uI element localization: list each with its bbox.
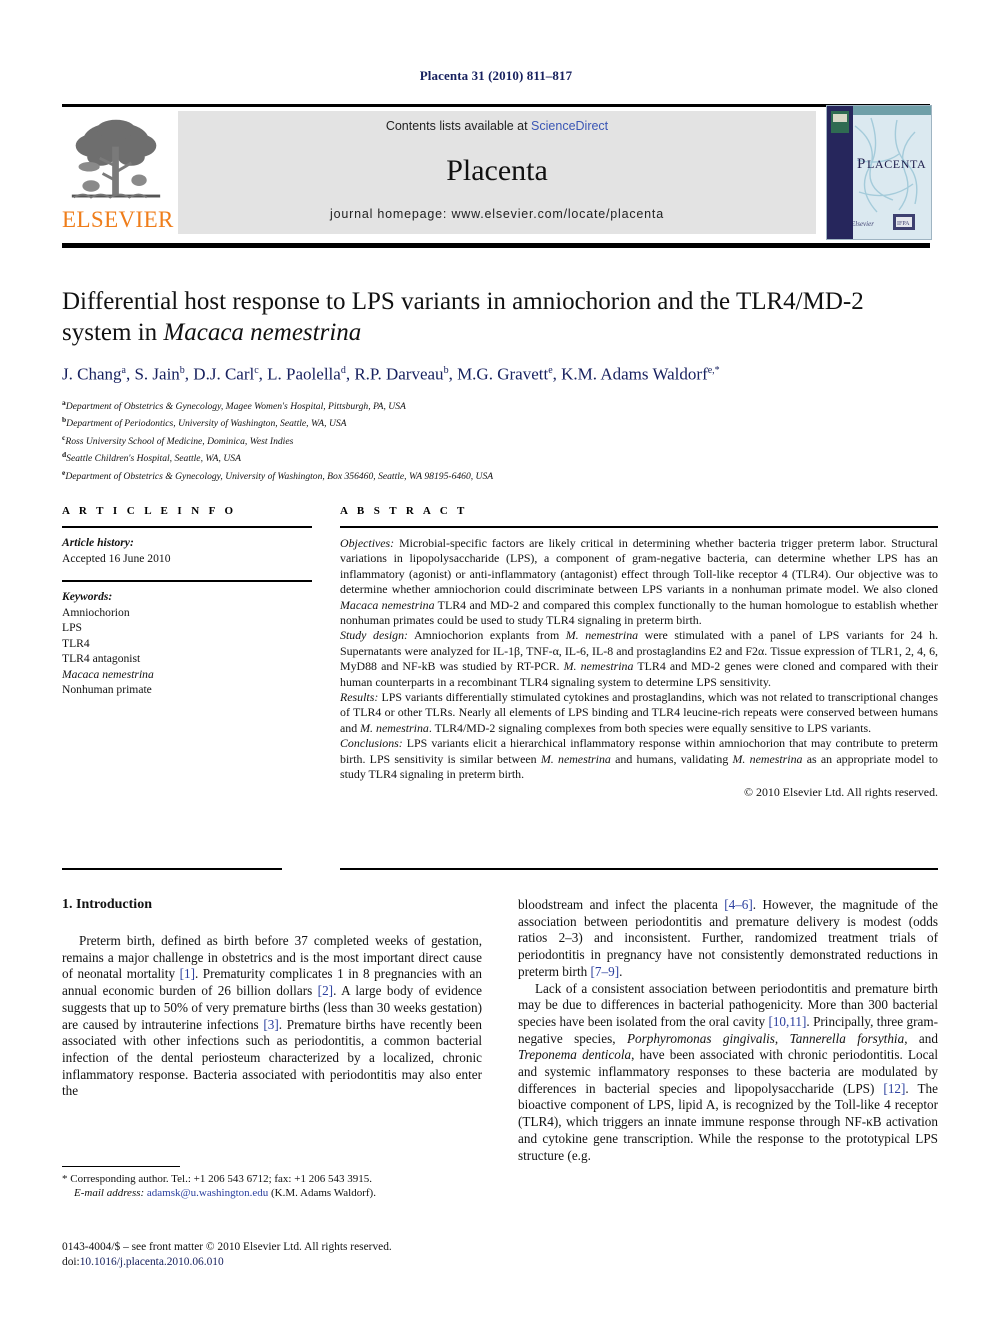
masthead-bottom-rule (62, 243, 930, 248)
svg-text:LACENTA: LACENTA (867, 157, 926, 171)
article-info-heading: A R T I C L E I N F O (62, 505, 237, 517)
abstract-section-label: Conclusions: (340, 736, 403, 751)
author-list: J. Changa, S. Jainb, D.J. Carlc, L. Paol… (62, 364, 720, 384)
introduction-heading: 1. Introduction (62, 897, 152, 912)
keyword-item: Macaca nemestrina (62, 667, 154, 681)
abstract-section-text: LPS variants differentially stimulated c… (340, 690, 938, 735)
abstract-section-text: Amniochorion explants from M. nemestrina… (340, 628, 938, 689)
abstract-section: Objectives: Microbial-specific factors a… (340, 536, 938, 628)
abstract-section: Conclusions: LPS variants elicit a hiera… (340, 736, 938, 782)
keywords-block: Keywords: Amniochorion LPS TLR4 TLR4 ant… (62, 582, 312, 698)
article-info-column: A R T I C L E I N F O Article history: A… (62, 505, 312, 698)
elsevier-tree-icon (71, 119, 161, 199)
contents-line: Contents lists available at ScienceDirec… (178, 119, 816, 133)
body-paragraph: Lack of a consistent association between… (518, 980, 939, 1163)
keyword-item: Amniochorion (62, 605, 130, 619)
abstract-section-label: Results: (340, 690, 379, 705)
paper-title: Differential host response to LPS varian… (62, 286, 937, 348)
abstract-section-text: LPS variants elicit a hierarchical infla… (340, 736, 938, 782)
sciencedirect-banner: Contents lists available at ScienceDirec… (178, 111, 816, 234)
doi-link[interactable]: 10.1016/j.placenta.2010.06.010 (80, 1256, 224, 1268)
sciencedirect-link[interactable]: ScienceDirect (531, 119, 608, 133)
footnote-separator (62, 1166, 180, 1167)
doi-label: doi: (62, 1256, 80, 1268)
abstract-section-label: Objectives: (340, 536, 395, 550)
cover-art-icon: P LACENTA IFPA Elsevier (827, 106, 931, 239)
journal-homepage-link[interactable]: journal homepage: www.elsevier.com/locat… (178, 207, 816, 221)
abstract-section-text: Microbial-specific factors are likely cr… (340, 536, 938, 628)
running-head: Placenta 31 (2010) 811–817 (419, 68, 573, 83)
keywords-label: Keywords: (62, 590, 113, 603)
article-history-label: Article history: (62, 536, 134, 549)
abstract-body: Objectives: Microbial-specific factors a… (340, 528, 938, 800)
article-history: Article history: Accepted 16 June 2010 (62, 528, 312, 566)
title-species: Macaca nemestrina (163, 319, 362, 346)
body-column-right: bloodstream and infect the placenta [4–6… (518, 897, 938, 1164)
email-suffix: (K.M. Adams Waldorf). (268, 1187, 376, 1200)
keyword-item: LPS (62, 621, 82, 634)
abstract-heading: A B S T R A C T (340, 505, 468, 517)
elsevier-logo: ELSEVIER (62, 111, 174, 236)
svg-text:Elsevier: Elsevier (850, 220, 874, 228)
body-rule-right (340, 868, 938, 870)
abstract-copyright: © 2010 Elsevier Ltd. All rights reserved… (744, 784, 938, 799)
affiliation-list: aDepartment of Obstetrics & Gynecology, … (62, 396, 842, 483)
affiliation-item: aDepartment of Obstetrics & Gynecology, … (62, 396, 842, 413)
front-matter-line: 0143-4004/$ – see front matter © 2010 El… (62, 1241, 392, 1253)
svg-text:P: P (857, 156, 866, 172)
affiliation-item: eDepartment of Obstetrics & Gynecology, … (62, 466, 842, 483)
body-column-left: 1. Introduction Preterm birth, defined a… (62, 897, 482, 1100)
svg-text:IFPA: IFPA (897, 221, 910, 227)
body-paragraph: Preterm birth, defined as birth before 3… (62, 933, 483, 1099)
corresponding-author-note: * Corresponding author. Tel.: +1 206 543… (62, 1173, 372, 1185)
affiliation-text: Ross University School of Medicine, Domi… (65, 435, 294, 447)
affiliation-text: Department of Periodontics, University o… (66, 418, 347, 430)
abstract-section: Study design: Amniochorion explants from… (340, 628, 938, 690)
body-paragraph: bloodstream and infect the placenta [4–6… (518, 897, 938, 979)
keyword-item: Nonhuman primate (62, 683, 152, 696)
elsevier-wordmark: ELSEVIER (62, 207, 174, 232)
email-note: E-mail address: adamsk@u.washington.edu … (62, 1186, 482, 1200)
affiliation-item: bDepartment of Periodontics, University … (62, 413, 842, 430)
keyword-item: TLR4 (62, 636, 90, 650)
paper-page: Placenta 31 (2010) 811–817 ELSEVIER Cont… (0, 0, 992, 1323)
affiliation-item: dSeattle Children's Hospital, Seattle, W… (62, 448, 842, 465)
imprint-block: 0143-4004/$ – see front matter © 2010 El… (62, 1240, 492, 1270)
email-label: E-mail address: (74, 1187, 145, 1200)
body-rule-left (62, 868, 282, 870)
affiliation-text: Seattle Children's Hospital, Seattle, WA… (66, 453, 241, 465)
footnote-block: * Corresponding author. Tel.: +1 206 543… (62, 1172, 482, 1201)
affiliation-text: Department of Obstetrics & Gynecology, U… (65, 470, 494, 482)
masthead-top-rule (62, 104, 930, 107)
article-history-value: Accepted 16 June 2010 (62, 551, 171, 565)
journal-cover-thumbnail: P LACENTA IFPA Elsevier (826, 105, 932, 240)
abstract-section: Results: LPS variants differentially sti… (340, 690, 938, 736)
contents-text: Contents lists available at (385, 119, 532, 133)
abstract-column: A B S T R A C T Objectives: Microbial-sp… (340, 505, 938, 800)
journal-masthead: ELSEVIER Contents lists available at Sci… (62, 104, 932, 240)
abstract-section-label: Study design: (340, 628, 409, 643)
affiliation-text: Department of Obstetrics & Gynecology, M… (65, 401, 406, 413)
affiliation-item: cRoss University School of Medicine, Dom… (62, 431, 842, 448)
email-link[interactable]: adamsk@u.washington.edu (147, 1187, 268, 1199)
keyword-item: TLR4 antagonist (62, 652, 141, 665)
journal-title: Placenta (446, 154, 548, 187)
doi-line: doi:10.1016/j.placenta.2010.06.010 (62, 1255, 492, 1270)
